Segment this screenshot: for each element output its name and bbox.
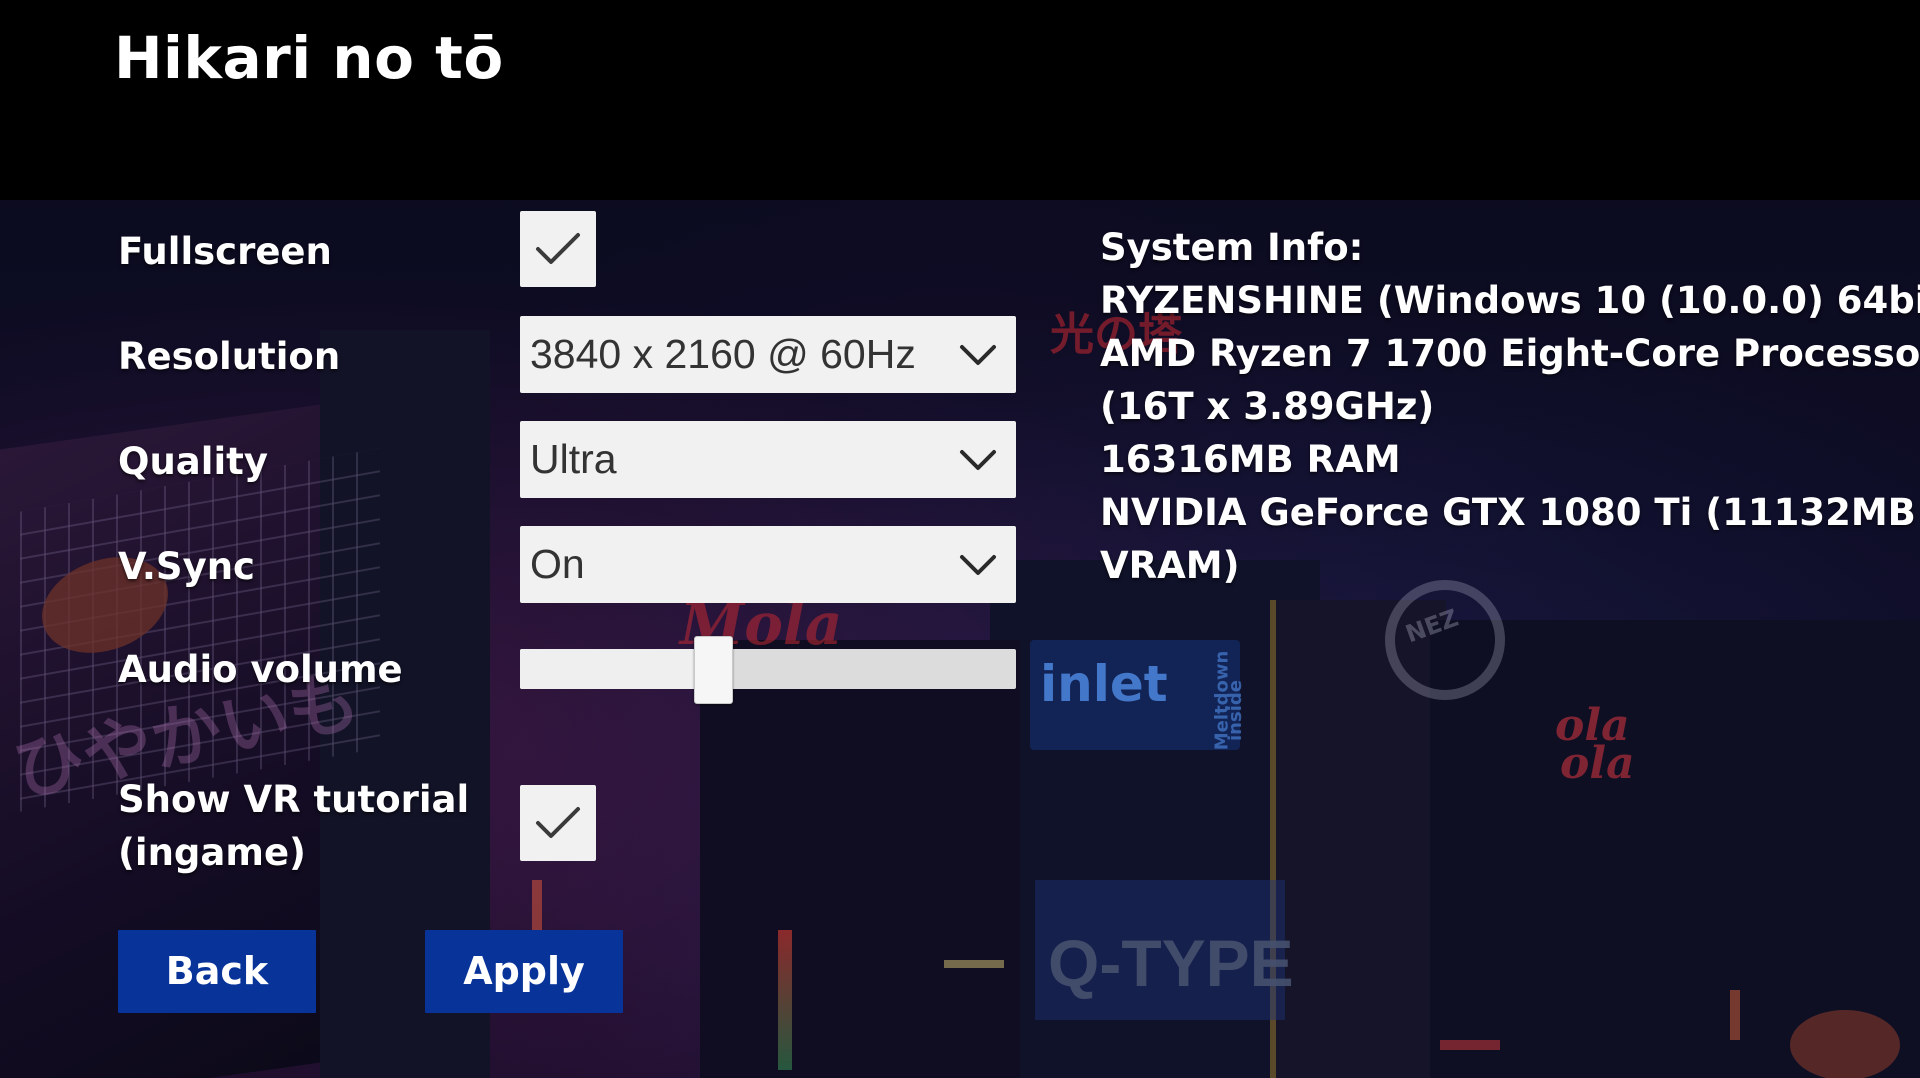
vsync-label: V.Sync <box>118 545 255 588</box>
vsync-dropdown[interactable]: On <box>520 526 1016 603</box>
system-info-line: NVIDIA GeForce GTX 1080 Ti (11132MB <box>1100 491 1916 534</box>
vr-tutorial-checkbox[interactable] <box>520 785 596 861</box>
background-sign: NEZ <box>1401 603 1463 649</box>
fullscreen-label: Fullscreen <box>118 230 332 273</box>
vsync-value: On <box>530 541 585 587</box>
background-sign: inlet <box>1040 655 1168 713</box>
background-light-strip <box>778 930 792 1070</box>
background-window-grid <box>20 448 380 812</box>
system-info-heading: System Info: <box>1100 226 1364 269</box>
background-light-strip <box>1730 990 1740 1040</box>
background-building <box>1270 600 1446 1078</box>
chevron-down-icon <box>960 345 996 365</box>
background-sign: ola <box>1555 700 1630 751</box>
audio-volume-slider[interactable] <box>520 649 1016 689</box>
header-bar: Hikari no tō <box>0 0 1920 200</box>
background-sign: Meltdown <box>1211 650 1233 751</box>
resolution-label: Resolution <box>118 335 341 378</box>
vr-tutorial-label-line2: (ingame) <box>118 831 306 874</box>
resolution-value: 3840 x 2160 @ 60Hz <box>530 331 916 377</box>
audio-volume-handle[interactable] <box>694 636 734 704</box>
back-button[interactable]: Back <box>118 930 316 1013</box>
audio-volume-fill <box>520 649 714 689</box>
background-building <box>990 560 1320 1078</box>
background-sign: inside <box>1224 680 1246 741</box>
system-info-panel: System Info: RYZENSHINE (Windows 10 (10.… <box>1100 221 1920 592</box>
checkmark-icon <box>536 807 580 838</box>
apply-button[interactable]: Apply <box>425 930 623 1013</box>
quality-dropdown[interactable]: Ultra <box>520 421 1016 498</box>
chevron-down-icon <box>960 555 996 575</box>
quality-label: Quality <box>118 440 268 483</box>
background-sign-inlet <box>1030 640 1240 750</box>
system-info-line: (16T x 3.89GHz) <box>1100 385 1435 428</box>
background-blob <box>1790 1010 1900 1078</box>
background-sign: ola <box>1560 738 1635 789</box>
system-info-line: RYZENSHINE (Windows 10 (10.0.0) 64bit) <box>1100 279 1920 322</box>
background-sign-nez <box>1385 580 1505 700</box>
background-light-strip <box>944 960 1004 968</box>
fullscreen-checkbox[interactable] <box>520 211 596 287</box>
audio-volume-label: Audio volume <box>118 648 403 691</box>
vr-tutorial-label: Show VR tutorial (ingame) <box>118 773 469 879</box>
chevron-down-icon <box>960 450 996 470</box>
background-sign-qtype <box>1035 880 1285 1020</box>
settings-screen: 光の塔 Mola inlet Meltdown inside ola ola Q… <box>0 0 1920 1078</box>
background-building <box>1430 620 1920 1078</box>
resolution-dropdown[interactable]: 3840 x 2160 @ 60Hz <box>520 316 1016 393</box>
system-info-line: 16316MB RAM <box>1100 438 1401 481</box>
system-info-line: VRAM) <box>1100 544 1240 587</box>
quality-value: Ultra <box>530 436 617 482</box>
background-light-strip <box>1440 1040 1500 1050</box>
vr-tutorial-label-line1: Show VR tutorial <box>118 778 470 821</box>
background-building <box>700 640 1020 1078</box>
background-sign: Q-TYPE <box>1048 926 1294 1000</box>
checkmark-icon <box>536 233 580 264</box>
game-title: Hikari no tō <box>114 24 504 92</box>
system-info-line: AMD Ryzen 7 1700 Eight-Core Processor <box>1100 332 1920 375</box>
